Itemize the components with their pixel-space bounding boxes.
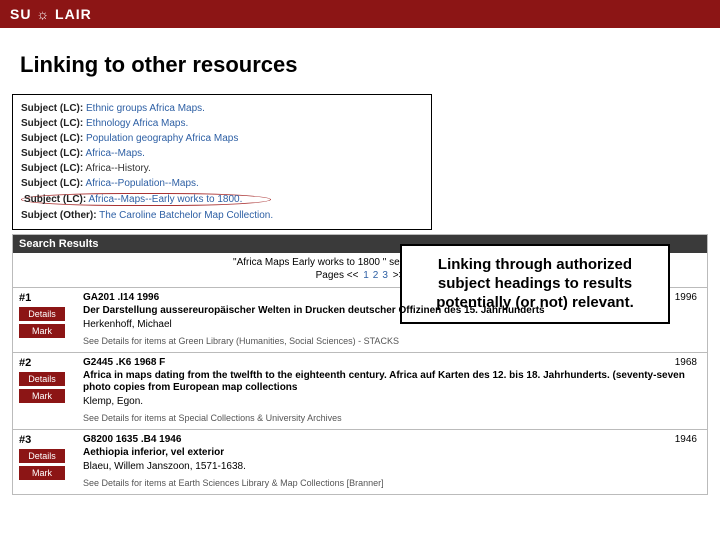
result-year: 1968 xyxy=(675,357,697,368)
search-result-item: #3 Details Mark G8200 1635 .B4 19461946 Aeth… xyxy=(13,429,707,494)
result-rank: #1 xyxy=(19,292,79,304)
result-availability: See Details for items at Special Collect… xyxy=(83,413,701,423)
subject-row: Subject (LC): Africa--Maps. xyxy=(21,146,423,161)
subject-label: Subject (LC): xyxy=(21,148,83,159)
result-right-col: GA201 .I14 19961996 Der Darstellung ausse… xyxy=(79,292,701,346)
subject-headings-panel: Subject (LC): Ethnic groups Africa Maps.… xyxy=(12,94,432,230)
details-button[interactable]: Details xyxy=(19,449,65,463)
mark-button[interactable]: Mark xyxy=(19,466,65,480)
subject-value-link[interactable]: The Caroline Batchelor Map Collection. xyxy=(99,210,273,221)
search-result-item: #1 Details Mark GA201 .I14 19961996 Der Dars… xyxy=(13,287,707,352)
pager-page[interactable]: 3 xyxy=(382,270,388,281)
result-rank: #3 xyxy=(19,434,79,446)
subject-label: Subject (LC): xyxy=(21,178,83,189)
brand-bar: SU ☼ LAIR xyxy=(0,0,720,28)
result-left-col: #1 Details Mark xyxy=(19,292,79,346)
circled-subject: Subject (LC): Africa--Maps--Early works … xyxy=(21,193,271,206)
result-availability: See Details for items at Earth Sciences … xyxy=(83,478,701,488)
subject-value-link: Africa--History. xyxy=(85,163,150,174)
subject-value-link[interactable]: Africa--Maps--Early works to 1800. xyxy=(88,194,242,205)
subject-row: Subject (LC): Ethnic groups Africa Maps. xyxy=(21,101,423,116)
subject-row: Subject (LC): Population geography Afric… xyxy=(21,131,423,146)
subject-row: Subject (LC): Ethnology Africa Maps. xyxy=(21,116,423,131)
result-right-col: G8200 1635 .B4 19461946 Aethiopia inferio… xyxy=(79,434,701,488)
slide-title: Linking to other resources xyxy=(0,28,720,94)
subject-row: Subject (LC): Africa--Population--Maps. xyxy=(21,176,423,191)
result-author: Blaeu, Willem Janszoon, 1571-1638. xyxy=(83,461,701,472)
mark-button[interactable]: Mark xyxy=(19,389,65,403)
subject-label: Subject (Other): xyxy=(21,210,97,221)
subject-row: Subject (LC): Africa--History. xyxy=(21,161,423,176)
subject-label: Subject (LC): xyxy=(21,118,83,129)
pager-page[interactable]: 2 xyxy=(373,270,379,281)
pager-page[interactable]: 1 xyxy=(363,270,369,281)
result-callnumber: G2445 .K6 1968 F xyxy=(83,357,701,368)
subject-row: Subject (LC): Africa--Maps--Early works … xyxy=(21,191,423,208)
result-title[interactable]: Aethiopia inferior, vel exterior xyxy=(83,447,701,459)
result-right-col: G2445 .K6 1968 F1968 Africa in maps datin… xyxy=(79,357,701,423)
result-author: Herkenhoff, Michael xyxy=(83,319,701,330)
subject-label: Subject (LC): xyxy=(21,103,83,114)
upper-wrap: Subject (LC): Ethnic groups Africa Maps.… xyxy=(0,94,720,230)
result-availability: See Details for items at Green Library (… xyxy=(83,336,701,346)
subject-label: Subject (LC): xyxy=(24,194,86,205)
result-author: Klemp, Egon. xyxy=(83,396,701,407)
subject-value-link[interactable]: Ethnic groups Africa Maps. xyxy=(86,103,205,114)
details-button[interactable]: Details xyxy=(19,307,65,321)
result-callnumber: G8200 1635 .B4 1946 xyxy=(83,434,701,445)
result-left-col: #2 Details Mark xyxy=(19,357,79,423)
result-title[interactable]: Africa in maps dating from the twelfth t… xyxy=(83,370,701,394)
result-year: 1996 xyxy=(675,292,697,303)
subject-value-link[interactable]: Africa--Population--Maps. xyxy=(85,178,198,189)
subject-value-link[interactable]: Population geography Africa Maps xyxy=(86,133,238,144)
result-left-col: #3 Details Mark xyxy=(19,434,79,488)
subject-label: Subject (LC): xyxy=(21,133,83,144)
result-rank: #2 xyxy=(19,357,79,369)
subject-value-link[interactable]: Ethnology Africa Maps. xyxy=(86,118,188,129)
result-callnumber: GA201 .I14 1996 xyxy=(83,292,701,303)
result-year: 1946 xyxy=(675,434,697,445)
mark-button[interactable]: Mark xyxy=(19,324,65,338)
search-result-item: #2 Details Mark G2445 .K6 1968 F1968 Africa … xyxy=(13,352,707,429)
subject-value-link[interactable]: Africa--Maps. xyxy=(85,148,144,159)
brand-text: SU ☼ LAIR xyxy=(10,6,92,22)
subject-label: Subject (LC): xyxy=(21,163,83,174)
subject-row: Subject (Other): The Caroline Batchelor … xyxy=(21,208,423,223)
pager-prefix: Pages << xyxy=(316,270,359,281)
result-title[interactable]: Der Darstellung aussereuropäischer Welte… xyxy=(83,305,701,317)
details-button[interactable]: Details xyxy=(19,372,65,386)
